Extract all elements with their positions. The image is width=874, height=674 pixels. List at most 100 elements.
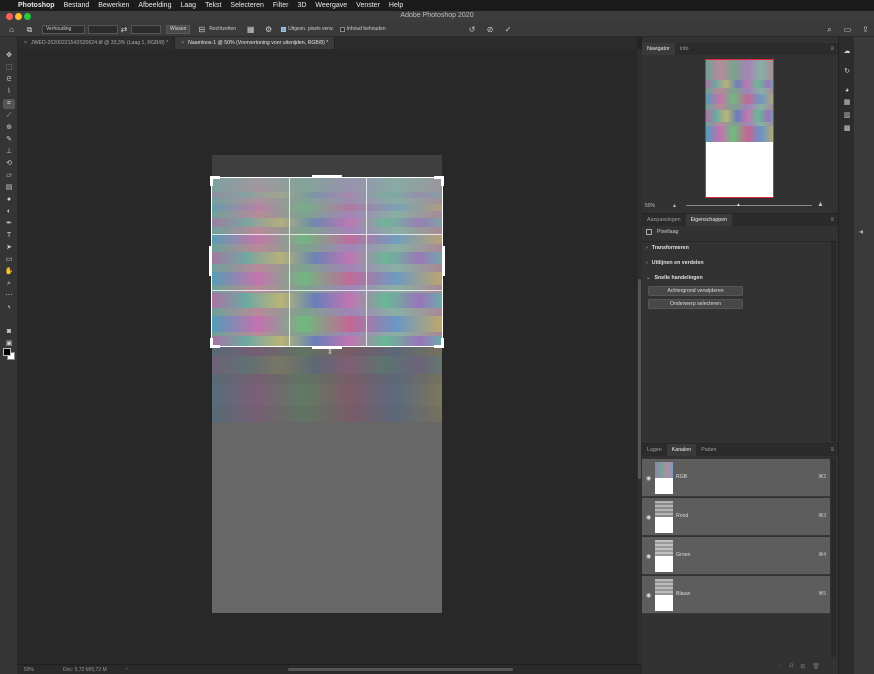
menu-image[interactable]: Afbeelding bbox=[138, 2, 171, 9]
eyedropper-icon[interactable]: ⟋ bbox=[3, 111, 15, 121]
visibility-eye-icon[interactable]: ◉ bbox=[646, 553, 651, 560]
gradients-icon[interactable]: ▥ bbox=[842, 111, 852, 121]
visibility-eye-icon[interactable]: ◉ bbox=[646, 514, 651, 521]
crop-corner-handle-top-right[interactable] bbox=[434, 176, 444, 186]
more-tools-icon[interactable]: ⋯ bbox=[3, 291, 15, 301]
menu-3d[interactable]: 3D bbox=[297, 2, 306, 9]
content-aware-checkbox[interactable]: Inhoud behouden bbox=[339, 26, 386, 32]
marquee-icon[interactable]: ⬚ bbox=[3, 63, 15, 73]
tab-channels[interactable]: Kanalen bbox=[666, 444, 697, 456]
menu-view[interactable]: Weergave bbox=[315, 2, 347, 9]
crop-handle-left[interactable] bbox=[209, 246, 212, 276]
stamp-icon[interactable]: ⊥ bbox=[3, 147, 15, 157]
eraser-icon[interactable]: ▱ bbox=[3, 171, 15, 181]
crop-frame[interactable] bbox=[209, 175, 445, 349]
crop-handle-top[interactable] bbox=[312, 175, 342, 178]
tab-info[interactable]: Info bbox=[675, 43, 694, 55]
panel-menu-icon[interactable]: ≡ bbox=[830, 444, 834, 456]
menu-layer[interactable]: Laag bbox=[180, 2, 196, 9]
zoom-level[interactable]: 50% bbox=[24, 667, 34, 673]
panel-menu-icon[interactable]: ≡ bbox=[830, 214, 834, 226]
straighten-icon[interactable]: ⊟ bbox=[195, 24, 208, 35]
crop-handle-right[interactable] bbox=[442, 246, 445, 276]
crop-corner-handle-bottom-right[interactable] bbox=[434, 338, 444, 348]
scroll-thumb[interactable] bbox=[638, 279, 641, 479]
menu-type[interactable]: Tekst bbox=[205, 2, 221, 9]
zoom-icon[interactable]: ⌕ bbox=[3, 279, 15, 289]
tab-layers[interactable]: Lagen bbox=[642, 444, 667, 456]
delete-cropped-checkbox[interactable]: Uitgesn. pixels verw. bbox=[281, 26, 334, 32]
channel-row-green[interactable]: ◉ Groen ⌘4 bbox=[642, 537, 830, 575]
type-icon[interactable]: T bbox=[3, 231, 15, 241]
hand-icon[interactable]: ✋ bbox=[3, 267, 15, 277]
tab-adjustments[interactable]: Aanpassingen bbox=[642, 214, 686, 226]
quick-select-icon[interactable]: ⌇ bbox=[3, 87, 15, 97]
slider-knob-icon[interactable]: ▲ bbox=[736, 202, 741, 208]
settings-gear-icon[interactable]: ⚙ bbox=[262, 24, 275, 35]
crop-icon[interactable]: ⌗ bbox=[3, 99, 15, 109]
search-icon[interactable]: ⌕ bbox=[823, 24, 836, 35]
blur-icon[interactable]: ● bbox=[3, 195, 15, 205]
quick-mask-icon[interactable]: ◙ bbox=[3, 327, 15, 337]
width-input[interactable] bbox=[88, 24, 118, 34]
new-channel-icon[interactable]: ⊞ bbox=[800, 663, 805, 670]
menu-app-name[interactable]: Photoshop bbox=[18, 2, 55, 9]
channel-row-rgb[interactable]: ◉ RGB ⌘2 bbox=[642, 459, 830, 497]
menu-file[interactable]: Bestand bbox=[64, 2, 90, 9]
document-tab-active[interactable]: × Naamloos-1 @ 50% (Voorvertoning voor ui… bbox=[175, 37, 336, 49]
zoom-out-icon[interactable]: ▴ bbox=[673, 202, 676, 209]
channel-row-red[interactable]: ◉ Rood ⌘3 bbox=[642, 498, 830, 536]
load-selection-icon[interactable]: ◌ bbox=[779, 663, 783, 670]
channel-row-blue[interactable]: ◉ Blauw ⌘5 bbox=[642, 576, 830, 614]
path-select-icon[interactable]: ➤ bbox=[3, 243, 15, 253]
history-icon[interactable]: ↻ bbox=[842, 67, 852, 77]
close-tab-icon[interactable]: × bbox=[181, 40, 184, 46]
color-icon[interactable]: ◕ bbox=[842, 86, 852, 96]
menu-help[interactable]: Help bbox=[389, 2, 403, 9]
height-input[interactable] bbox=[131, 24, 161, 34]
foreground-color-swatch[interactable] bbox=[3, 348, 11, 356]
share-icon[interactable]: ⇪ bbox=[859, 24, 872, 35]
overlay-grid-icon[interactable]: ▦ bbox=[244, 24, 257, 35]
panel-menu-icon[interactable]: ≡ bbox=[830, 43, 834, 55]
menu-window[interactable]: Venster bbox=[356, 2, 380, 9]
patterns-icon[interactable]: ▩ bbox=[842, 124, 852, 134]
navigator-zoom-value[interactable]: 50% bbox=[645, 203, 655, 209]
navigator-zoom-slider[interactable] bbox=[686, 205, 812, 206]
trash-icon[interactable]: 🗑 bbox=[812, 663, 820, 670]
collapsed-panel-strip[interactable]: ◂ bbox=[854, 37, 874, 674]
menu-select[interactable]: Selecteren bbox=[230, 2, 263, 9]
menu-filter[interactable]: Filter bbox=[273, 2, 289, 9]
shape-icon[interactable]: ▭ bbox=[3, 255, 15, 265]
section-transform[interactable]: › Transformeren bbox=[646, 245, 689, 251]
save-selection-icon[interactable]: ◘ bbox=[790, 663, 794, 670]
channels-scrollbar[interactable] bbox=[831, 457, 836, 657]
cancel-icon[interactable]: ⊘ bbox=[484, 24, 497, 35]
crop-corner-handle-bottom-left[interactable] bbox=[210, 338, 220, 348]
visibility-eye-icon[interactable]: ◉ bbox=[646, 475, 651, 482]
visibility-eye-icon[interactable]: ◉ bbox=[646, 592, 651, 599]
brush-icon[interactable]: ✎ bbox=[3, 135, 15, 145]
libraries-icon[interactable]: ☁ bbox=[842, 47, 852, 57]
chevron-right-icon[interactable]: › bbox=[126, 666, 128, 672]
remove-background-button[interactable]: Achtergrond verwijderen bbox=[648, 286, 743, 296]
workspace-icon[interactable]: ▭ bbox=[841, 24, 854, 35]
zoom-in-icon[interactable]: ▲ bbox=[817, 201, 824, 208]
close-tab-icon[interactable]: × bbox=[24, 40, 27, 46]
move-icon[interactable]: ✥ bbox=[3, 51, 15, 61]
ratio-select[interactable]: Verhouding bbox=[42, 24, 85, 34]
section-quick-actions[interactable]: ⌄ Snelle handelingen bbox=[646, 275, 703, 281]
history-brush-icon[interactable]: ⟲ bbox=[3, 159, 15, 169]
crop-tool-preset-icon[interactable]: ⧉ bbox=[23, 24, 36, 35]
healing-icon[interactable]: ⊕ bbox=[3, 123, 15, 133]
straighten-label[interactable]: Rechtzetten bbox=[209, 26, 236, 32]
clear-button[interactable]: Wissen bbox=[166, 24, 191, 34]
home-icon[interactable]: ⌂ bbox=[5, 24, 18, 35]
lasso-icon[interactable]: ᘓ bbox=[3, 75, 15, 85]
pen-icon[interactable]: ✒ bbox=[3, 219, 15, 229]
tab-navigator[interactable]: Navigator bbox=[642, 43, 675, 55]
select-subject-button[interactable]: Onderwerp selecteren bbox=[648, 299, 743, 309]
reset-icon[interactable]: ↺ bbox=[466, 24, 479, 35]
gradient-icon[interactable]: ▤ bbox=[3, 183, 15, 193]
horizontal-scrollbar[interactable] bbox=[288, 668, 513, 671]
